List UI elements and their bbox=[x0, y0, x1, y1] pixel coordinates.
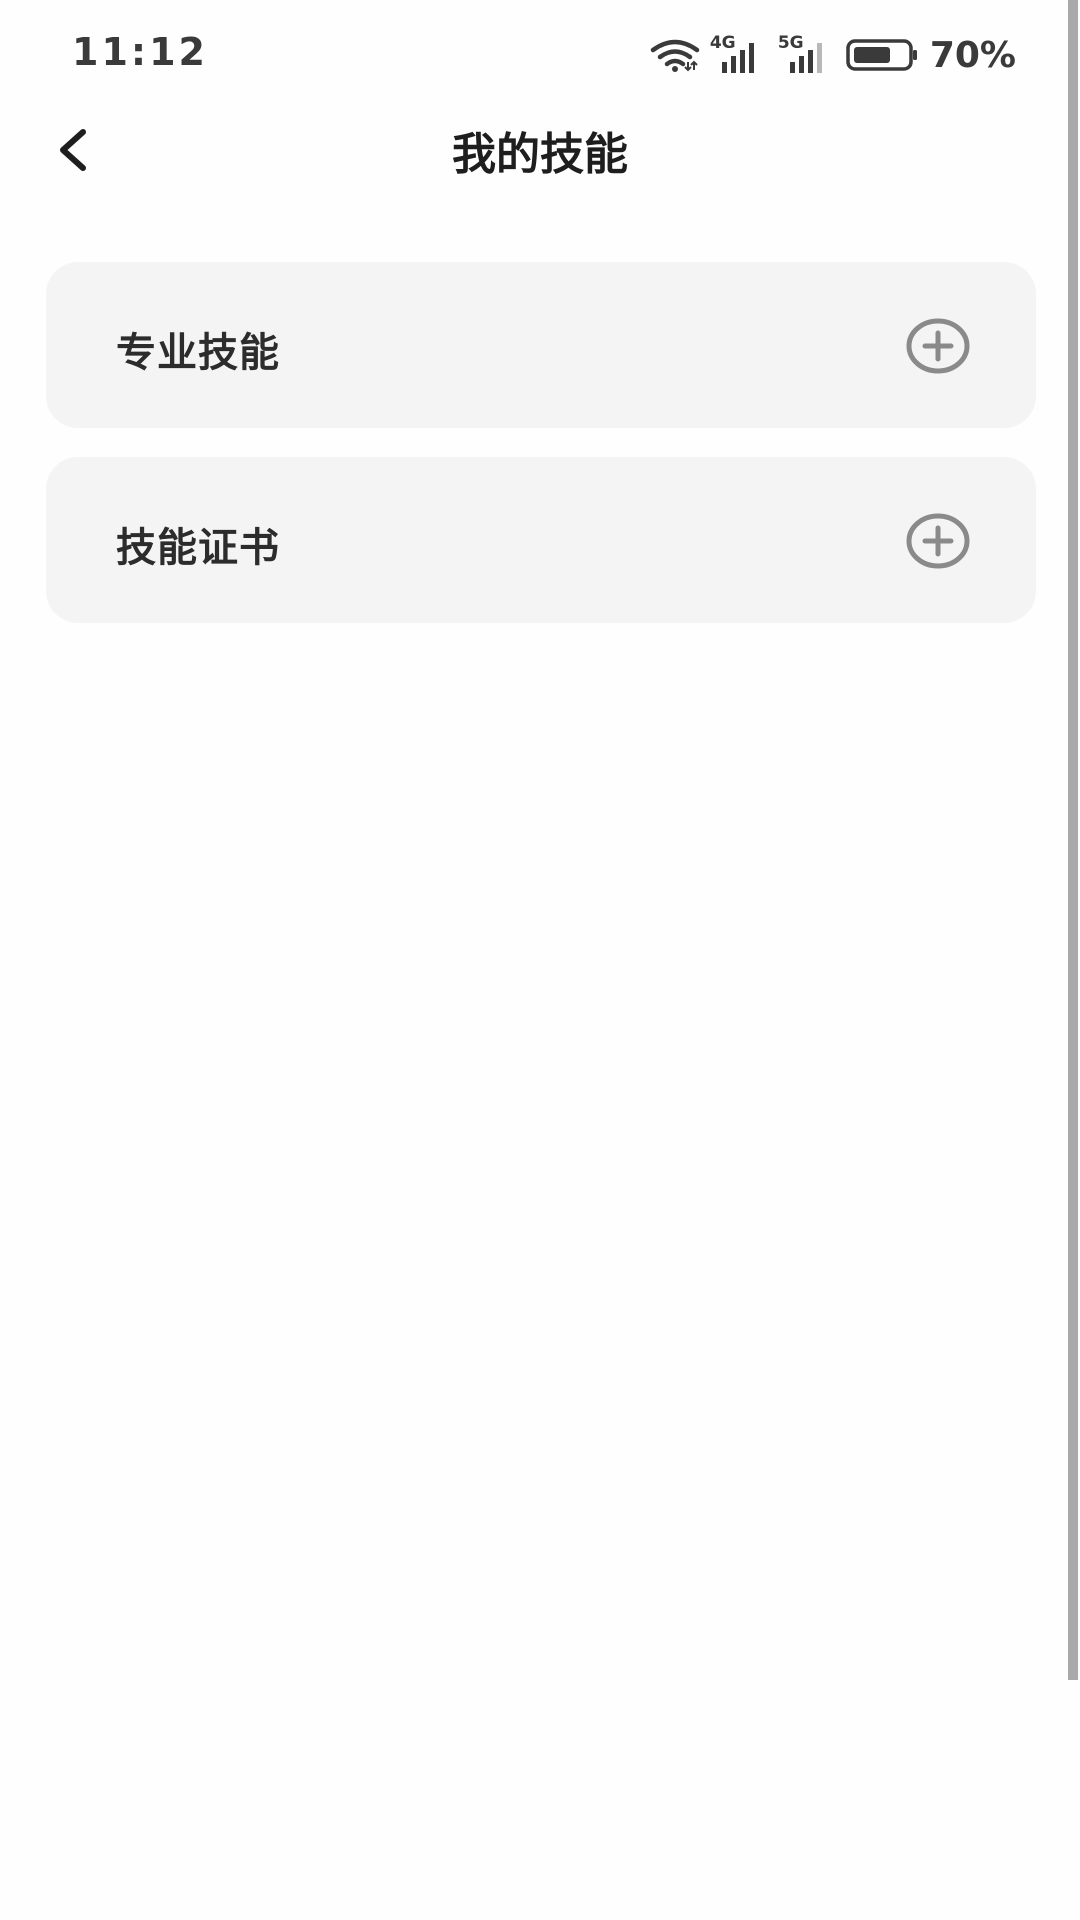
battery-percent: 70% bbox=[929, 34, 1016, 76]
add-circle-icon[interactable] bbox=[906, 513, 970, 569]
page-title: 我的技能 bbox=[452, 129, 628, 180]
signal-4g-icon: 4G bbox=[710, 33, 768, 75]
card-label-professional-skills: 专业技能 bbox=[116, 330, 280, 376]
card-label-skill-certificates: 技能证书 bbox=[116, 525, 280, 571]
skill-certificates-card[interactable]: 技能证书 bbox=[46, 457, 1036, 623]
screen: 11:12 4G 5G 70% 我的技能 专业技能 技能证书 bbox=[0, 0, 1080, 1920]
add-circle-icon[interactable] bbox=[906, 318, 970, 374]
signal-5g-icon: 5G bbox=[778, 33, 836, 75]
scrollbar[interactable] bbox=[1068, 0, 1078, 1680]
wifi-icon bbox=[650, 39, 700, 72]
professional-skills-card[interactable]: 专业技能 bbox=[46, 262, 1036, 428]
status-time: 11:12 bbox=[72, 30, 208, 74]
status-bar: 11:12 4G 5G 70% bbox=[0, 0, 1080, 110]
status-icons: 4G 5G 70% bbox=[650, 33, 1016, 76]
header: 我的技能 bbox=[0, 110, 1080, 190]
battery-icon bbox=[846, 39, 917, 71]
